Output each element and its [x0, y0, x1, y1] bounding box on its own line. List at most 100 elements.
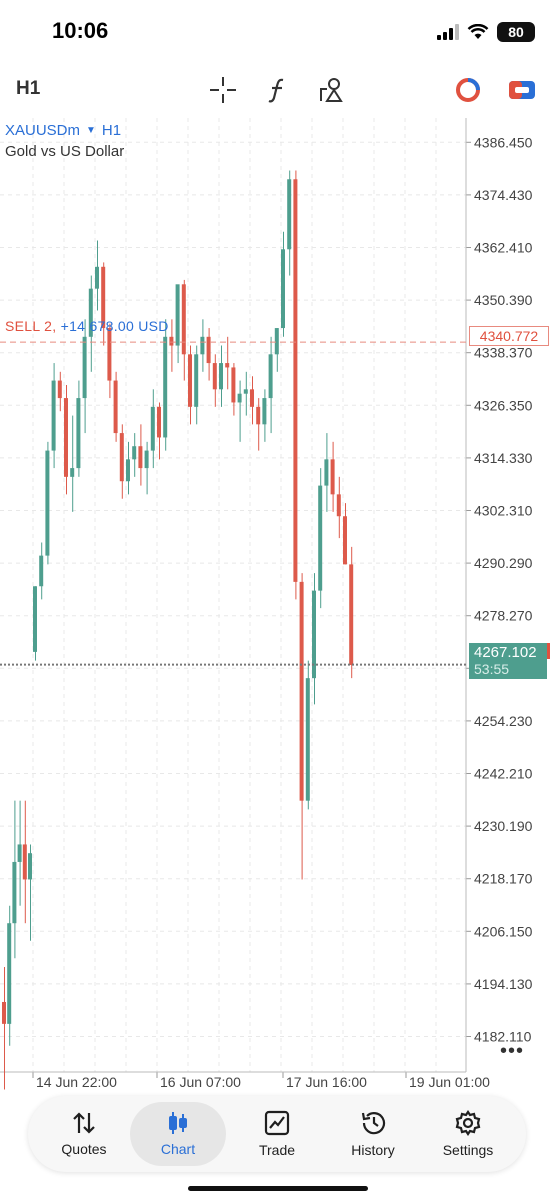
candle-body	[237, 393, 242, 403]
position-label[interactable]: SELL 2, +14 678.00 USD	[5, 318, 169, 334]
y-tick-label: 4302.310	[474, 502, 533, 518]
candle-body	[299, 581, 304, 801]
timeframe-button[interactable]: H1	[16, 78, 40, 100]
y-tick-label: 4290.290	[474, 555, 533, 571]
candle-body	[330, 459, 335, 495]
candle-body	[64, 398, 68, 477]
candle-body	[70, 468, 75, 477]
tab-history[interactable]: History	[325, 1102, 421, 1166]
chart-candles-icon	[169, 1112, 187, 1134]
candle-body	[107, 328, 112, 381]
y-tick-label: 4326.350	[474, 397, 533, 413]
indicators-icon[interactable]	[262, 74, 294, 106]
candle-body	[343, 516, 347, 565]
position-profit: +14 678.00 USD	[60, 318, 169, 334]
y-tick-label: 4338.370	[474, 345, 533, 361]
candle-body	[219, 363, 223, 390]
status-bar: 10:06 80	[0, 0, 555, 62]
tab-trade-label: Trade	[258, 1142, 296, 1158]
candle-body	[336, 494, 341, 517]
candle-body	[57, 380, 62, 399]
settings-gear-icon	[455, 1110, 481, 1136]
symbol-name[interactable]: XAUUSDm	[5, 122, 80, 139]
trade-panel-icon[interactable]	[506, 74, 538, 106]
candle-body	[293, 179, 298, 582]
tab-settings[interactable]: Settings	[420, 1102, 516, 1166]
symbol-description: Gold vs US Dollar	[5, 143, 125, 160]
price-chart[interactable]: 4386.450 4374.430 4362.410 4350.390 4338.370…	[0, 118, 555, 1093]
candle-body	[212, 363, 217, 390]
candle-body	[17, 844, 22, 862]
candle-body	[287, 179, 292, 250]
crosshair-icon[interactable]	[207, 74, 239, 106]
tab-chart-label: Chart	[160, 1141, 196, 1157]
x-tick-label: 17 Jun 16:00	[286, 1074, 367, 1090]
status-icons: 80	[437, 20, 535, 44]
candle-body	[138, 446, 143, 469]
candle-body	[126, 459, 130, 482]
position-price-label: 4340.772	[469, 326, 549, 346]
candle-body	[33, 586, 37, 652]
tab-chart[interactable]: Chart	[130, 1102, 226, 1166]
candle-body	[188, 354, 192, 407]
candle-body	[305, 678, 310, 801]
more-options-icon[interactable]: •••	[500, 1040, 524, 1063]
candle-body	[82, 336, 87, 399]
candle-body	[349, 564, 354, 666]
candle-body	[2, 1001, 6, 1024]
chart-area[interactable]: 4386.450 4374.430 4362.410 4350.390 4338.370…	[0, 118, 555, 1093]
y-tick-label: 4254.230	[474, 713, 533, 729]
candle-body	[256, 406, 261, 425]
candle-body	[163, 336, 168, 438]
candle-body	[262, 398, 267, 425]
candle-body	[12, 861, 17, 924]
objects-icon[interactable]	[316, 74, 348, 106]
status-time: 10:06	[52, 18, 109, 43]
candle-body	[200, 336, 205, 355]
trade-icon	[264, 1110, 290, 1136]
y-tick-label: 4242.210	[474, 766, 533, 782]
candle-body	[76, 398, 81, 469]
wifi-icon	[467, 24, 489, 39]
candle-body	[206, 336, 211, 364]
battery-icon: 80	[497, 22, 535, 42]
candle-body	[281, 249, 285, 329]
one-click-trading-icon[interactable]	[452, 74, 484, 106]
y-tick-label: 4386.450	[474, 134, 533, 150]
candle-body	[144, 450, 149, 469]
symbol-header[interactable]: XAUUSDm ▼ H1	[5, 122, 121, 139]
tab-history-label: History	[351, 1142, 395, 1158]
y-tick-label: 4314.330	[474, 450, 533, 466]
y-tick-label: 4206.150	[474, 923, 533, 939]
symbol-dropdown-icon[interactable]: ▼	[86, 125, 96, 136]
candle-body	[45, 450, 50, 556]
symbol-timeframe: H1	[101, 122, 122, 139]
candle-body	[250, 389, 254, 407]
candle-body	[231, 367, 236, 403]
candle-body	[243, 389, 248, 394]
candle-body	[22, 844, 27, 880]
tab-quotes[interactable]: Quotes	[36, 1102, 132, 1166]
bar-countdown: 53:55	[474, 661, 510, 677]
position-side: SELL 2,	[5, 318, 57, 334]
candle-body	[318, 485, 323, 591]
candle-body	[181, 284, 186, 355]
home-indicator	[188, 1186, 368, 1191]
tab-trade[interactable]: Trade	[229, 1102, 325, 1166]
candle-body	[119, 433, 124, 482]
y-tick-label: 4374.430	[474, 187, 533, 203]
y-tick-label: 4230.190	[474, 818, 533, 834]
candle-body	[28, 853, 32, 880]
candle-body	[113, 380, 118, 434]
tab-quotes-label: Quotes	[61, 1141, 107, 1157]
candle-body	[95, 266, 99, 289]
x-tick-label: 19 Jun 01:00	[409, 1074, 490, 1090]
tab-settings-label: Settings	[442, 1142, 494, 1158]
candle-body	[7, 923, 12, 1024]
candle-body	[268, 354, 273, 399]
y-tick-label: 4362.410	[474, 239, 533, 255]
y-tick-label: 4278.270	[474, 608, 533, 624]
candle-body	[39, 555, 44, 587]
y-tick-label: 4350.390	[474, 292, 533, 308]
candle-body	[225, 363, 230, 368]
